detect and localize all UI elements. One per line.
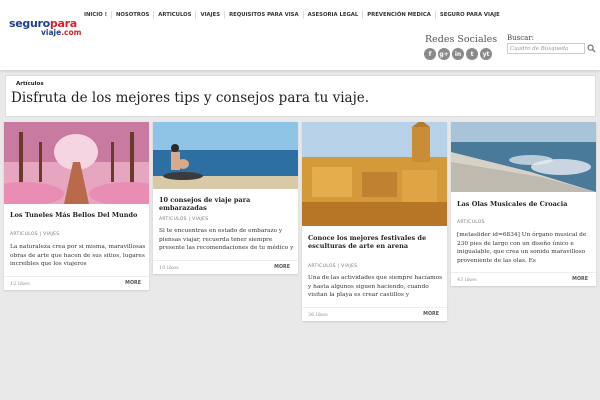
logo-text-com: .com: [61, 28, 82, 37]
nav-item-requisitos-visa[interactable]: REQUISITOS PARA VISA: [224, 11, 303, 19]
article-excerpt: [metaslider id=6834] Un órgano musical d…: [457, 232, 587, 264]
article-image-sea-organ[interactable]: [451, 122, 596, 192]
article-card-sand-sculptures[interactable]: Conoce los mejores festivales de escultu…: [302, 122, 447, 321]
likes-count: 12 likes: [10, 281, 30, 287]
article-footer: 10 likes MORE: [153, 260, 298, 274]
nav-item-prevencion-medica[interactable]: PREVENCIÓN MEDICA: [362, 11, 435, 19]
nav-item-inicio[interactable]: INICIO !: [80, 11, 111, 19]
page-heading: Disfruta de los mejores tips y consejos …: [11, 90, 370, 106]
header: seguropara viaje.com INICIO ! NOSOTROS A…: [0, 0, 600, 70]
article-card-sea-organ[interactable]: Las Olas Musicales de Croacia ARTICULOS …: [451, 122, 596, 286]
article-image-tunnels[interactable]: [4, 122, 149, 204]
article-title[interactable]: Las Olas Musicales de Croacia: [457, 200, 590, 208]
breadcrumb[interactable]: Artículos: [16, 81, 44, 87]
article-title[interactable]: Conoce los mejores festivales de escultu…: [308, 234, 441, 250]
linkedin-icon[interactable]: in: [452, 48, 464, 60]
more-link[interactable]: MORE: [125, 281, 141, 286]
search-input[interactable]: [507, 43, 585, 54]
article-image-sand-sculptures[interactable]: [302, 122, 447, 226]
article-card-pregnant[interactable]: 10 consejos de viaje para embarazadas AR…: [153, 122, 298, 274]
nav-item-viajes[interactable]: VIAJES: [195, 11, 224, 19]
article-image-pregnant[interactable]: [153, 122, 298, 189]
social-icons: f g+ in t yt: [424, 48, 492, 60]
nav-item-asesoria-legal[interactable]: ASESORIA LEGAL: [302, 11, 363, 19]
article-title[interactable]: 10 consejos de viaje para embarazadas: [159, 196, 292, 212]
article-title[interactable]: Los Tuneles Más Bellos Del Mundo: [10, 211, 143, 219]
page-hero: Artículos Disfruta de los mejores tips y…: [5, 75, 596, 117]
nav-item-articulos[interactable]: ARTICULOS: [153, 11, 195, 19]
more-link[interactable]: MORE: [274, 265, 290, 270]
likes-count: 43 likes: [457, 277, 477, 283]
likes-count: 36 likes: [308, 312, 328, 318]
google-plus-icon[interactable]: g+: [438, 48, 450, 60]
article-excerpt: Una de las actividades que siempre hacía…: [308, 275, 443, 298]
article-category[interactable]: ARTICULOS: [457, 220, 485, 225]
logo-text-viaje: viaje: [41, 28, 62, 37]
article-excerpt: La naturaleza crea por si misma, maravil…: [10, 244, 146, 267]
facebook-icon[interactable]: f: [424, 48, 436, 60]
more-link[interactable]: MORE: [423, 312, 439, 317]
search-icon[interactable]: [587, 44, 596, 53]
twitter-icon[interactable]: t: [466, 48, 478, 60]
article-card-tunnels[interactable]: Los Tuneles Más Bellos Del Mundo ARTICUL…: [4, 122, 149, 290]
article-footer: 12 likes MORE: [4, 276, 149, 290]
article-category[interactable]: ARTICULOS | VIAJES: [308, 264, 357, 269]
search-label: Buscar:: [507, 34, 535, 42]
site-logo[interactable]: seguropara viaje.com: [9, 17, 81, 39]
likes-count: 10 likes: [159, 265, 179, 271]
more-link[interactable]: MORE: [572, 277, 588, 282]
article-footer: 36 likes MORE: [302, 307, 447, 321]
article-excerpt: Si te encuentras en estado de embarazo y…: [159, 228, 294, 251]
main-nav: INICIO ! NOSOTROS ARTICULOS VIAJES REQUI…: [80, 11, 504, 19]
youtube-icon[interactable]: yt: [480, 48, 492, 60]
article-category[interactable]: ARTICULOS | VIAJES: [159, 217, 208, 222]
nav-item-seguro-viaje[interactable]: SEGURO PARA VIAJE: [434, 11, 504, 19]
article-category[interactable]: ARTICULOS | VIAJES: [10, 232, 59, 237]
social-title: Redes Sociales: [425, 34, 498, 45]
nav-item-nosotros[interactable]: NOSOTROS: [111, 11, 153, 19]
article-footer: 43 likes MORE: [451, 272, 596, 286]
